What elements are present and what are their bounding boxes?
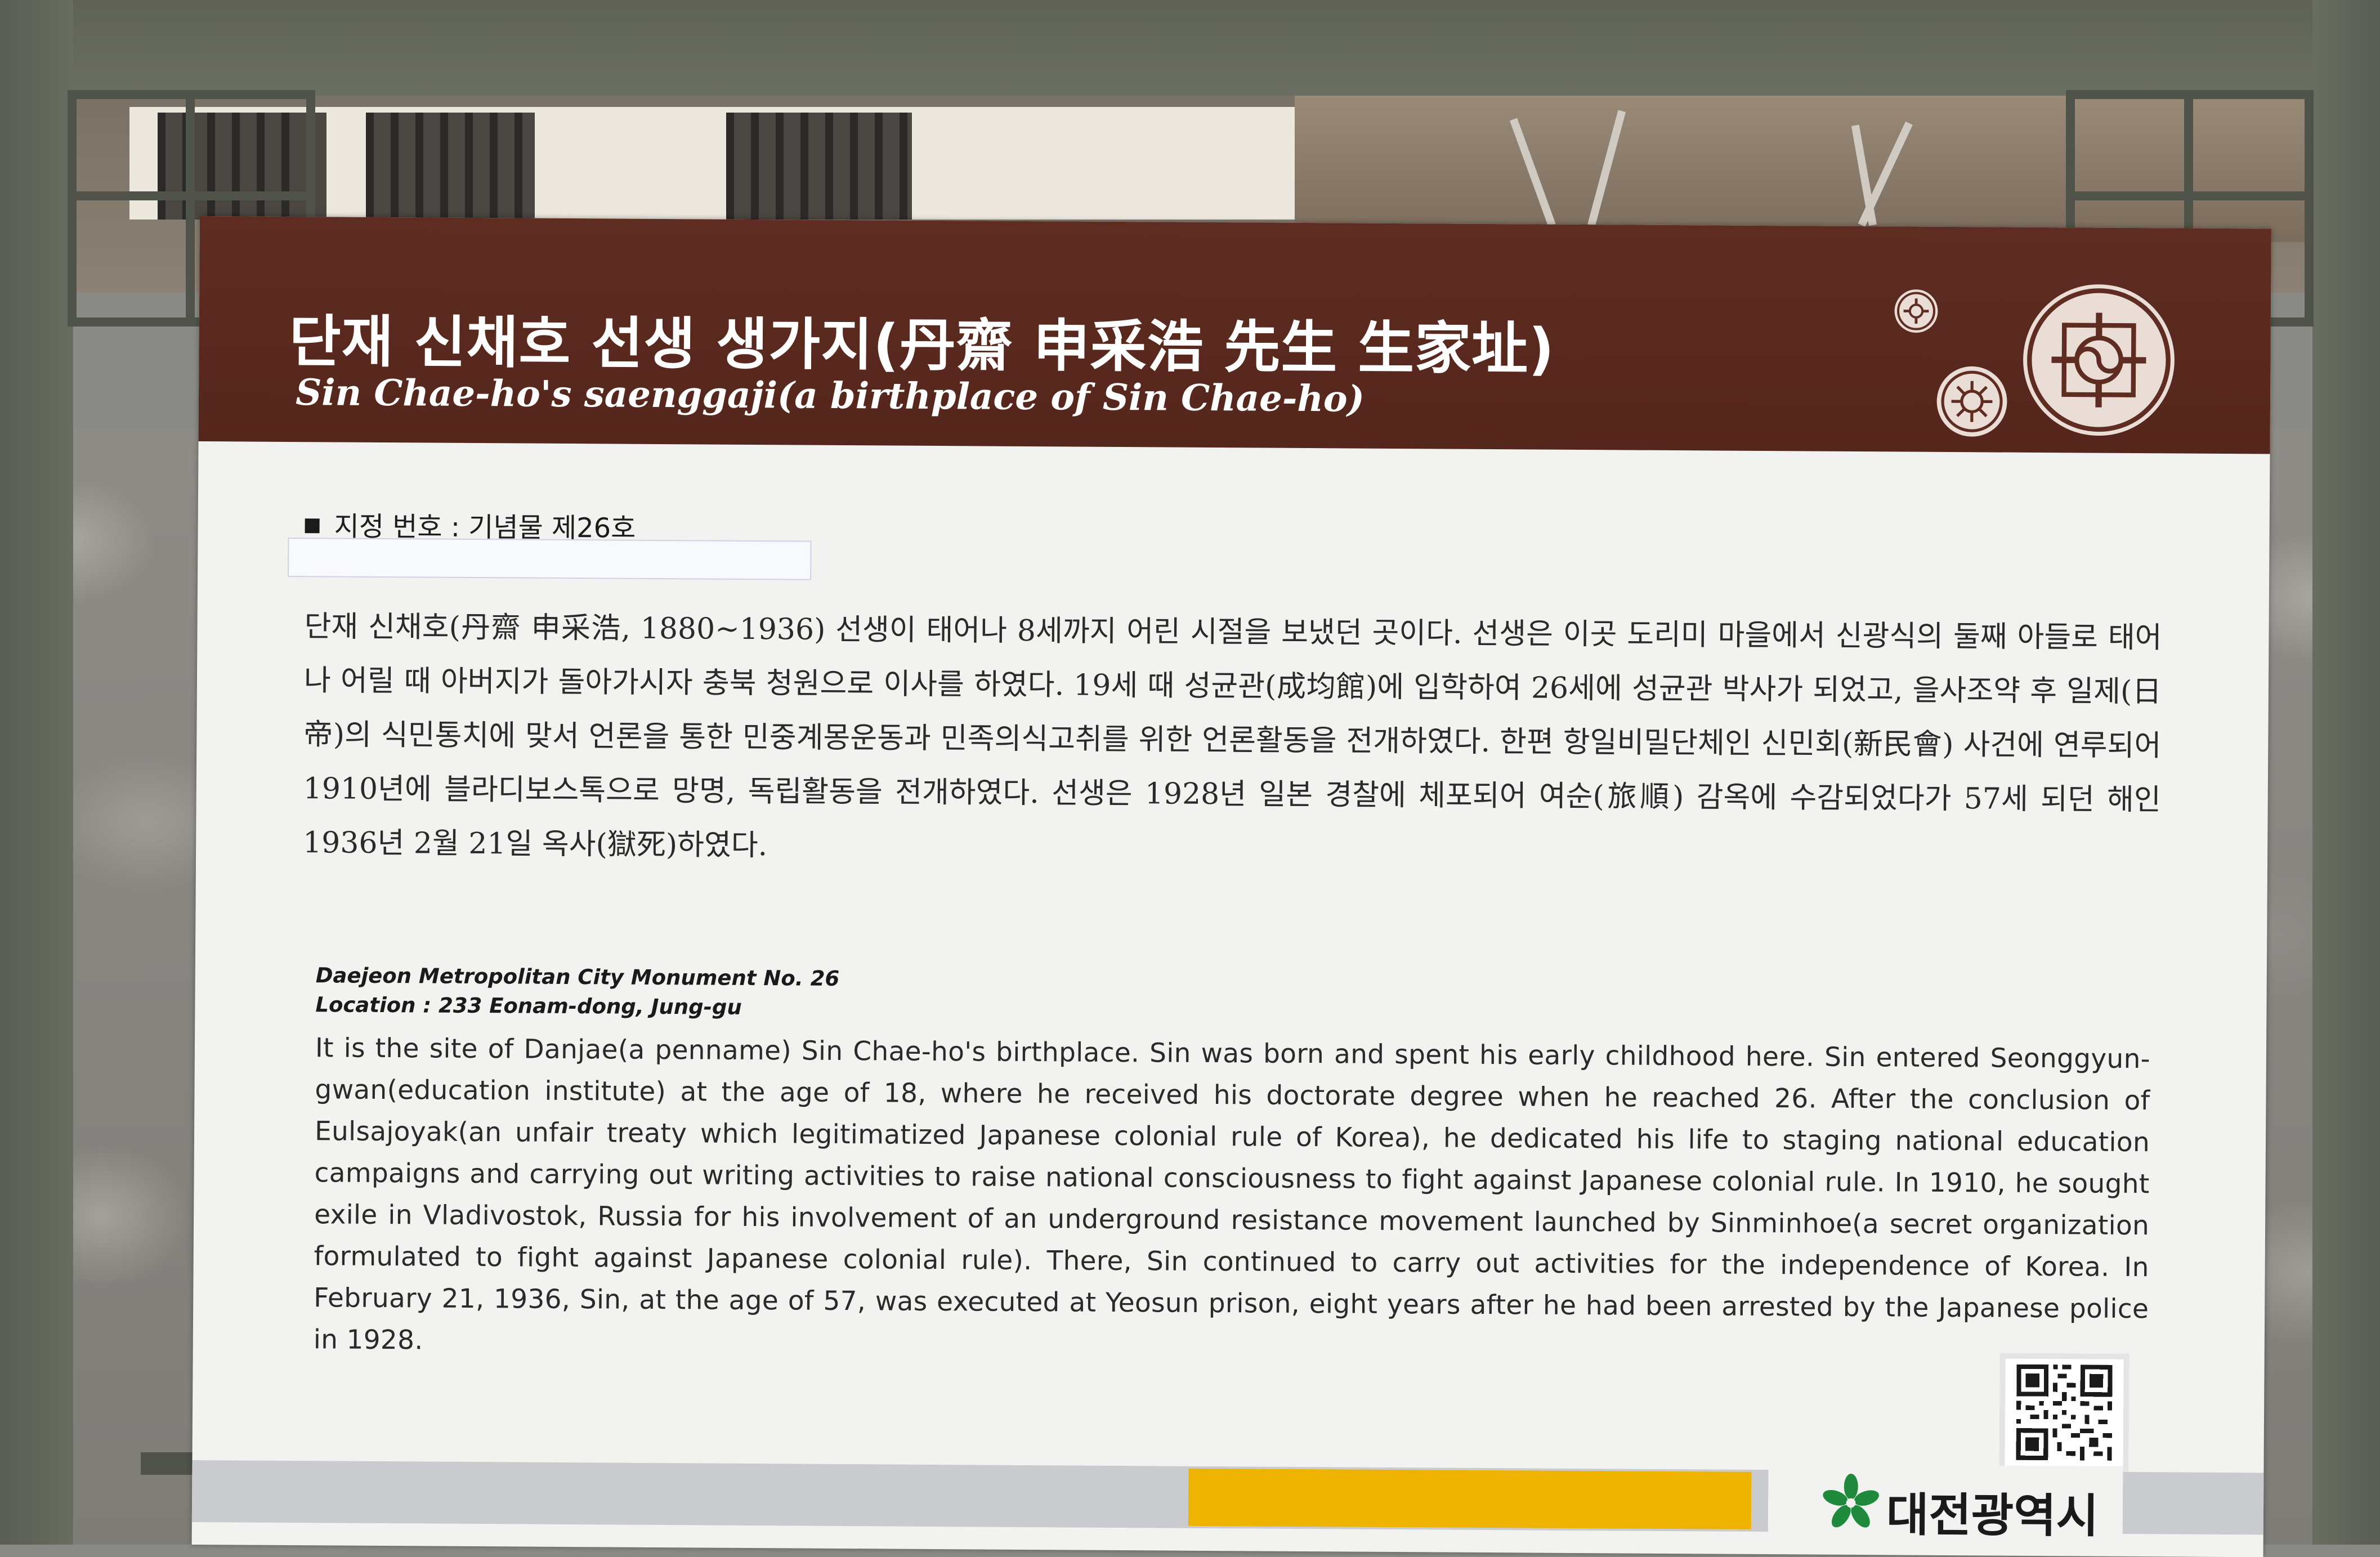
english-meta: Daejeon Metropolitan City Monument No. 2… <box>315 961 839 1023</box>
monument-number: Daejeon Metropolitan City Monument No. 2… <box>315 963 840 991</box>
background-window <box>726 113 912 220</box>
frame-right-post <box>2312 0 2380 1545</box>
qr-code-icon[interactable] <box>1999 1353 2130 1472</box>
english-description: It is the site of Danjae(a penname) Sin … <box>313 1032 2151 1356</box>
daejeon-city-logo-icon <box>1823 1474 1879 1528</box>
info-sign: 단재 신채호 선생 생가지(丹齋 申采浩 先生 生家址) Sin Chae-ho… <box>191 216 2271 1557</box>
traditional-round-pattern-icon <box>2023 284 2175 436</box>
sign-title-korean: 단재 신채호 선생 생가지(丹齋 申采浩 先生 生家址) <box>289 308 1555 382</box>
traditional-round-pattern-icon <box>1894 289 1938 333</box>
korean-description: 단재 신채호(丹齋 申采浩, 1880~1936) 선생이 태어나 8세까지 어… <box>303 610 2162 863</box>
frame-left-post <box>0 0 73 1545</box>
sign-header: 단재 신채호 선생 생가지(丹齋 申采浩 先生 生家址) Sin Chae-ho… <box>198 216 2271 454</box>
bullet-square-icon <box>305 518 320 534</box>
frame-top-bar <box>0 0 2380 96</box>
qr-code-pattern <box>2016 1364 2113 1461</box>
footer-org-name: 대전광역시 <box>1886 1488 2099 1543</box>
frame-lattice-bar <box>186 90 195 326</box>
sign-title-english: Sin Chae-ho's saenggaji(a birthplace of … <box>295 372 1365 420</box>
footer-accent-bar <box>1188 1468 1752 1529</box>
location-line: Location : 233 Eonam-dong, Jung-gu <box>315 992 742 1019</box>
background-window <box>366 113 535 220</box>
traditional-round-pattern-icon <box>1936 366 2007 437</box>
blank-cover-plate <box>288 537 812 580</box>
